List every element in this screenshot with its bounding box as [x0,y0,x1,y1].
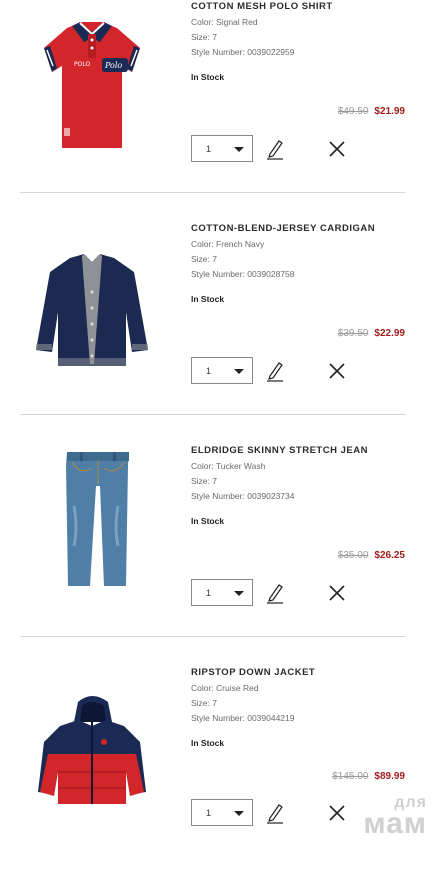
quantity-value: 1 [206,588,212,598]
stock-status: In Stock [191,294,225,304]
size-label: Size: [191,698,213,708]
close-icon[interactable] [328,804,346,822]
size-value: 7 [212,32,217,42]
style-value: 0039023734 [247,491,295,501]
price: $35.00 $26.25 [338,550,405,561]
style-value: 0039044219 [247,713,295,723]
jeans-image[interactable] [22,446,162,596]
close-icon[interactable] [328,140,346,158]
close-icon[interactable] [328,584,346,602]
edit-pencil-icon[interactable] [266,360,284,382]
style-value: 0039022959 [247,47,295,57]
product-style-number: Style Number: 0039023734 [191,491,295,501]
svg-text:Polo: Polo [104,61,122,70]
product-size: Size: 7 [191,32,217,42]
product-size: Size: 7 [191,698,217,708]
size-value: 7 [212,698,217,708]
original-price: $49.50 [337,106,369,117]
cardigan-image[interactable] [22,232,162,382]
sale-price: $21.99 [374,106,405,117]
original-price: $145.00 [332,771,369,782]
color-value: Signal Red [216,17,258,27]
style-label: Style Number: [191,47,248,57]
chevron-down-icon [234,147,244,152]
product-name[interactable]: COTTON-BLEND-JERSEY CARDIGAN [191,223,375,234]
svg-text:POLO: POLO [74,61,90,68]
sale-price: $26.25 [374,550,405,561]
watermark-line2: мам [363,807,427,840]
sale-price: $89.99 [374,771,405,782]
product-size: Size: 7 [191,476,217,486]
cart-item-list: POLO Polo COTTON MESH POLO SHIRT Color: … [0,0,435,845]
down-jacket-image[interactable] [22,692,162,842]
product-style-number: Style Number: 0039022959 [191,47,295,57]
style-label: Style Number: [191,491,248,501]
color-value: French Navy [216,239,265,249]
style-label: Style Number: [191,269,248,279]
color-label: Color: [191,683,217,693]
quantity-select[interactable]: 1 [191,579,253,606]
product-name[interactable]: RIPSTOP DOWN JACKET [191,667,315,678]
quantity-value: 1 [206,144,212,154]
color-value: Tucker Wash [215,461,266,471]
product-size: Size: 7 [191,254,217,264]
stock-status: In Stock [191,738,225,748]
chevron-down-icon [234,811,244,816]
size-label: Size: [191,476,213,486]
product-style-number: Style Number: 0039028758 [191,269,295,279]
size-label: Size: [191,32,213,42]
original-price: $35.00 [337,550,369,561]
close-icon[interactable] [328,362,346,380]
color-label: Color: [191,17,217,27]
original-price: $39.50 [337,328,369,339]
chevron-down-icon [234,591,244,596]
product-name[interactable]: COTTON MESH POLO SHIRT [191,1,333,12]
quantity-select[interactable]: 1 [191,799,253,826]
price: $39.50 $22.99 [338,328,405,339]
quantity-value: 1 [206,366,212,376]
size-label: Size: [191,254,213,264]
cart-item: RIPSTOP DOWN JACKET Color: Cruise Red Si… [0,666,435,888]
price: $145.00 $89.99 [332,771,405,782]
cart-item: ELDRIDGE SKINNY STRETCH JEAN Color: Tuck… [0,444,435,666]
product-color: Color: Signal Red [191,17,258,27]
edit-pencil-icon[interactable] [266,802,284,824]
stock-status: In Stock [191,72,225,82]
item-divider [20,192,405,193]
price: $49.50 $21.99 [338,106,405,117]
item-divider [20,636,405,637]
edit-pencil-icon[interactable] [266,582,284,604]
item-divider [20,414,405,415]
sale-price: $22.99 [374,328,405,339]
cart-item: POLO Polo COTTON MESH POLO SHIRT Color: … [0,0,435,222]
chevron-down-icon [234,369,244,374]
polo-shirt-image[interactable]: POLO Polo [22,10,162,160]
product-color: Color: French Navy [191,239,264,249]
edit-pencil-icon[interactable] [266,138,284,160]
color-label: Color: [191,239,217,249]
size-value: 7 [212,254,217,264]
product-style-number: Style Number: 0039044219 [191,713,295,723]
color-label: Color: [191,461,216,471]
product-color: Color: Cruise Red [191,683,259,693]
product-name[interactable]: ELDRIDGE SKINNY STRETCH JEAN [191,445,368,456]
product-color: Color: Tucker Wash [191,461,265,471]
watermark: для мам [363,794,427,840]
style-label: Style Number: [191,713,248,723]
size-value: 7 [212,476,217,486]
quantity-value: 1 [206,808,212,818]
color-value: Cruise Red [216,683,259,693]
cart-item: COTTON-BLEND-JERSEY CARDIGAN Color: Fren… [0,222,435,444]
quantity-select[interactable]: 1 [191,357,253,384]
style-value: 0039028758 [247,269,295,279]
quantity-select[interactable]: 1 [191,135,253,162]
stock-status: In Stock [191,516,225,526]
